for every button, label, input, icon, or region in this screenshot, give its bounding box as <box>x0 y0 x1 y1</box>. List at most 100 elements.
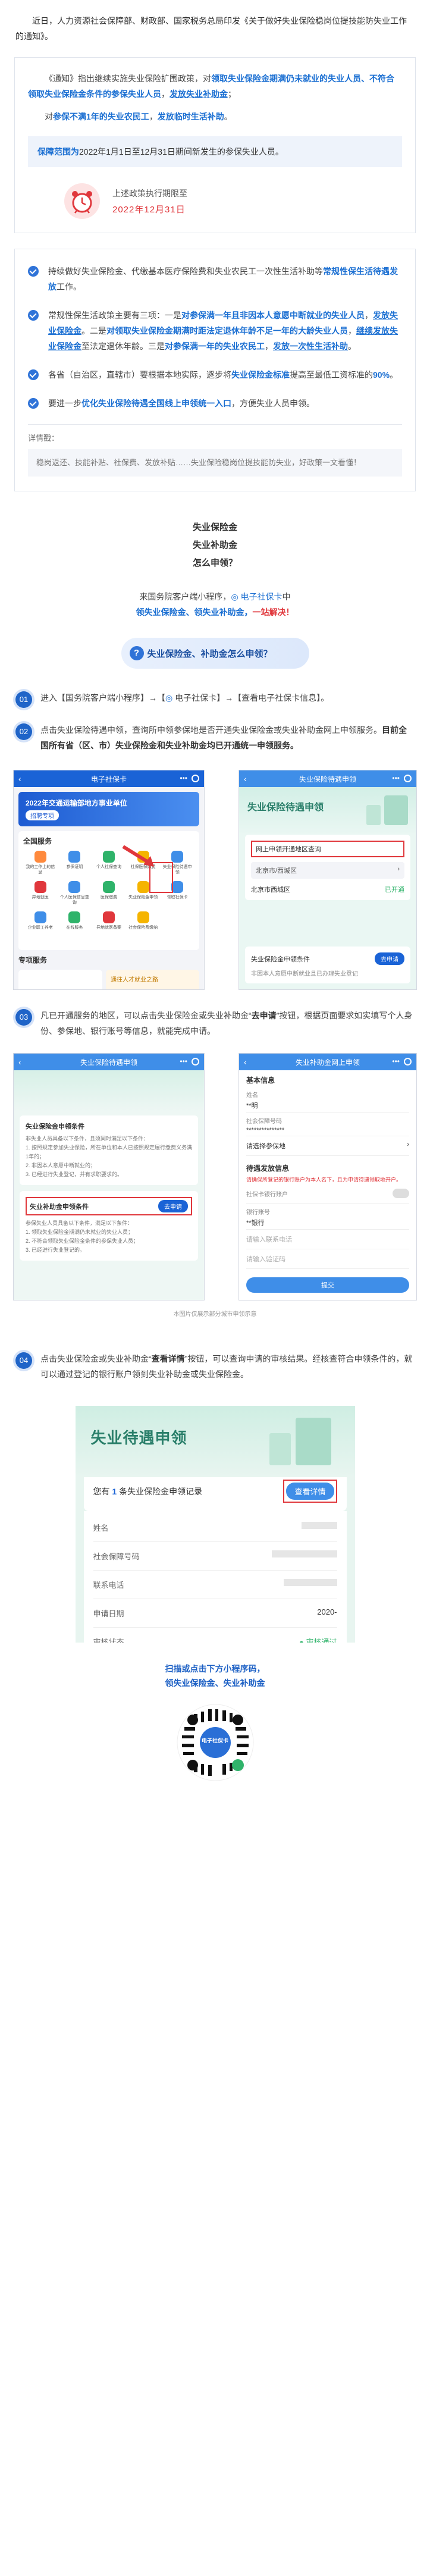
detail-key: 联系电话 <box>93 1581 124 1590</box>
mini-program-code[interactable]: 电子社保卡 <box>176 1703 255 1782</box>
step-number: 03 <box>15 1009 32 1026</box>
condition-card: 失业保险金申领条件 去申请 非因本人意愿中断就业且已办理失业登记 <box>245 947 410 983</box>
record-card: 您有 1 条失业保险金申领记录 查看详情 <box>83 1471 347 1511</box>
text: 点击失业保险金或失业补助金“ <box>40 1354 152 1364</box>
field-label: 社会保障号码 <box>246 1118 282 1125</box>
card-text: 非因本人意愿中断就业且已办理失业登记 <box>251 971 358 977</box>
close-icon[interactable] <box>404 775 412 782</box>
region-select[interactable]: 北京市/西城区 › <box>251 862 404 879</box>
hero-banner <box>14 1070 204 1112</box>
service-item[interactable]: 个人医保信息查询 <box>58 881 92 905</box>
coverage-range-box: 保障范围为2022年1月1日至12月31日期间新发生的参保失业人员。 <box>28 136 402 167</box>
condition-line: 1. 按照规定参加失业保险，所在单位和本人已按照规定履行缴费义务满1年的； <box>26 1145 193 1159</box>
service-item[interactable]: 在线服务 <box>58 911 92 936</box>
submit-button[interactable]: 提交 <box>246 1277 409 1293</box>
detail-row: 联系电话 <box>93 1571 337 1599</box>
services-panel: 全国服务 我的工作上的信息 参保证明 个人社保查询 社保医保缴费 失业保险待遇申领 异地就… <box>18 831 199 950</box>
back-icon[interactable]: ‹ <box>18 1057 21 1067</box>
closing-title: 扫描或点击下方小程序码， 领失业保险金、失业补助金 <box>0 1662 430 1690</box>
detail-key: 社会保障号码 <box>93 1552 140 1561</box>
text: ， <box>265 341 273 351</box>
apply-button[interactable]: 去申请 <box>375 952 404 965</box>
service-item[interactable]: 异地就医备案 <box>92 911 126 936</box>
policy-card: 《通知》指出继续实施失业保险扩围政策，对领取失业保险金期满仍未就业的失业人员、不… <box>14 57 416 233</box>
id-field[interactable]: *************** <box>246 1125 409 1136</box>
step-number: 02 <box>15 723 32 740</box>
special-card[interactable]: 通往人才就业之路 <box>106 970 199 989</box>
title-bar: ‹ 失业保险待遇申领 ••• <box>239 770 416 787</box>
measure-item: 各省（自治区，直辖市）要根据本地实际，逐步将失业保险金标准提高至最低工资标准的9… <box>28 367 402 383</box>
more-icon[interactable]: ••• <box>392 774 400 782</box>
details-block: 详情戳： 稳岗返还、技能补贴、社保费、发放补贴……失业保险稳岗位提技能防失业，好… <box>28 424 402 477</box>
hero-banner: 失业保险待遇申领 <box>239 787 416 835</box>
condition-card-1: 失业保险金申领条件 非失业人员具备以下条件，且须同时满足以下条件： 1. 按照规… <box>20 1115 198 1185</box>
detail-key: 申请日期 <box>93 1609 124 1618</box>
service-label: 领取社保卡 <box>167 895 188 900</box>
view-details-button[interactable]: 查看详情 <box>286 1483 334 1500</box>
building-graphic <box>366 805 381 825</box>
question-icon: ? <box>129 646 144 660</box>
service-label: 异地就医 <box>32 895 49 900</box>
screenshots-row-1: ‹ 电子社保卡 ••• 2022年交通运输部地方事业单位 招聘专项 全国服务 我的工… <box>0 770 430 990</box>
insured-place-select[interactable]: 请选择参保地 › <box>246 1136 409 1156</box>
close-icon[interactable] <box>192 775 199 782</box>
service-label: 在线服务 <box>66 926 83 930</box>
text: 电子社保卡 <box>240 592 283 601</box>
service-item[interactable]: 医保缴费 <box>92 881 126 905</box>
highlight-line: 领失业保险金、领失业补助金，一站解决！ <box>0 604 430 620</box>
detail-row: 审核状态 ● 审核通过 <box>93 1628 337 1643</box>
step-1: 01 进入【国务院客户端小程序】→【◎ 电子社保卡】→【查看电子社保卡信息】。 <box>0 690 430 708</box>
intro-paragraph: 近日，人力资源社会保障部、财政部、国家税务总局印发《关于做好失业保险稳岗位提技能… <box>15 16 407 41</box>
promo-banner[interactable]: 2022年交通运输部地方事业单位 招聘专项 <box>18 792 199 826</box>
section-title: 失业保险金、补助金怎么申领？ <box>147 648 272 659</box>
service-item[interactable]: 异地就医 <box>23 881 58 905</box>
service-item[interactable]: 社会保险费缴纳 <box>126 911 161 936</box>
back-icon[interactable]: ‹ <box>244 1057 247 1067</box>
title-bar: ‹ 失业保险待遇申领 ••• <box>14 1054 204 1070</box>
more-icon[interactable]: ••• <box>180 774 187 782</box>
close-icon[interactable] <box>404 1058 412 1066</box>
highlight-link: 发放失业补助金 <box>170 89 228 99</box>
region-status-row: 北京市西城区 已开通 <box>251 885 404 894</box>
field-label: 银行账号 <box>246 1209 270 1216</box>
banner-sub: 招聘专项 <box>26 810 59 820</box>
apply-button[interactable]: 去申请 <box>158 1200 188 1212</box>
service-icon <box>34 911 46 923</box>
code-field[interactable]: 请输入验证码 <box>246 1249 409 1269</box>
text: 各省（自治区，直辖市）要根据本地实际，逐步将 <box>48 370 231 380</box>
toggle-switch[interactable] <box>393 1189 409 1198</box>
text: 凡已开通服务的地区，可以点击失业保险金或失业补助金“ <box>40 1011 252 1020</box>
name-field[interactable]: **明 <box>246 1099 409 1112</box>
text: 至法定退休年龄。三是 <box>81 341 165 351</box>
closing-line: 扫描或点击下方小程序码， <box>165 1664 265 1674</box>
text: 领失业保险金、领失业补助金， <box>136 607 253 617</box>
detail-row: 社会保障号码 <box>93 1542 337 1571</box>
special-card[interactable] <box>18 970 102 989</box>
service-icon <box>102 911 115 923</box>
service-icon <box>102 851 115 863</box>
title: 电子社保卡 <box>90 775 127 784</box>
text: 对 <box>45 112 53 121</box>
service-label: 个人医保信息查询 <box>59 895 89 905</box>
details-link[interactable]: 稳岗返还、技能补贴、社保费、发放补贴……失业保险稳岗位提技能防失业，好政策一文看… <box>28 449 402 477</box>
text: ， <box>365 311 373 320</box>
coverage-label: 保障范围为 <box>37 147 79 156</box>
close-icon[interactable] <box>192 1058 199 1066</box>
check-circle-icon: ● <box>299 1638 304 1643</box>
text: 进入【国务院客户端小程序】→【 <box>40 693 165 703</box>
bank-account-field[interactable]: **银行 <box>246 1216 409 1230</box>
field-label: 请选择参保地 <box>246 1143 285 1150</box>
more-icon[interactable]: ••• <box>392 1057 400 1066</box>
condition-line: 2. 非因本人意愿中断就业的； <box>26 1162 96 1168</box>
region-name: 北京市西城区 <box>251 886 290 894</box>
service-icon <box>34 851 46 863</box>
back-icon[interactable]: ‹ <box>244 774 247 784</box>
more-icon[interactable]: ••• <box>180 1057 187 1066</box>
service-item[interactable]: 企业职工养老 <box>23 911 58 936</box>
back-icon[interactable]: ‹ <box>18 774 21 784</box>
phone-field[interactable]: 请输入联系电话 <box>246 1230 409 1249</box>
service-label: 我的工作上的信息 <box>26 865 55 875</box>
service-item[interactable]: 我的工作上的信息 <box>23 851 58 875</box>
service-item[interactable]: 参保证明 <box>58 851 92 875</box>
highlight-text: 对参保满一年的失业农民工 <box>165 341 265 351</box>
